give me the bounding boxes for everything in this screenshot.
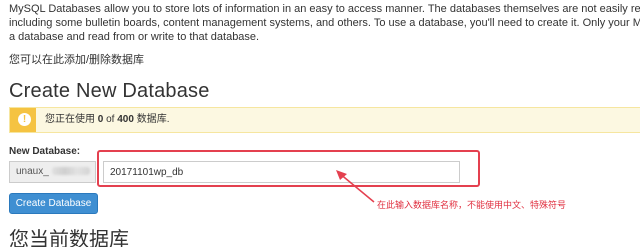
intro-paragraph: MySQL Databases allow you to store lots … [9, 2, 640, 44]
current-databases-heading: 您当前数据库 [9, 229, 129, 247]
create-database-heading: Create New Database [9, 80, 210, 102]
total-count: 400 [117, 114, 134, 125]
used-count: 0 [97, 114, 104, 125]
notice-icon-box: ! [10, 108, 36, 132]
database-prefix: unaux__ [9, 161, 96, 183]
notice-text: 您正在使用 0 of 400 数据库. [45, 114, 170, 126]
database-usage-notice: ! 您正在使用 0 of 400 数据库. [9, 107, 640, 133]
annotation-text: 在此输入数据库名称，不能使用中文、特殊符号 [377, 200, 567, 210]
exclamation-icon: ! [18, 113, 31, 126]
notice-of: of [106, 114, 115, 125]
annotation-arrow-icon [336, 170, 375, 203]
add-delete-hint: 您可以在此添加/删除数据库 [9, 54, 145, 66]
new-database-label: New Database: [9, 146, 81, 157]
intro-line: including some bulletin boards, content … [9, 17, 640, 29]
new-database-input[interactable] [103, 161, 460, 183]
create-database-button[interactable]: Create Database [9, 193, 98, 214]
prefix-text: unaux_ [16, 166, 49, 177]
mysql-databases-page: MySQL Databases allow you to store lots … [0, 0, 640, 247]
notice-prefix: 您正在使用 [45, 114, 95, 125]
intro-line: MySQL Databases allow you to store lots … [9, 3, 640, 15]
redacted-username [51, 167, 90, 176]
notice-suffix: 数据库. [136, 114, 170, 125]
intro-line: a database and read from or write to tha… [9, 31, 260, 43]
